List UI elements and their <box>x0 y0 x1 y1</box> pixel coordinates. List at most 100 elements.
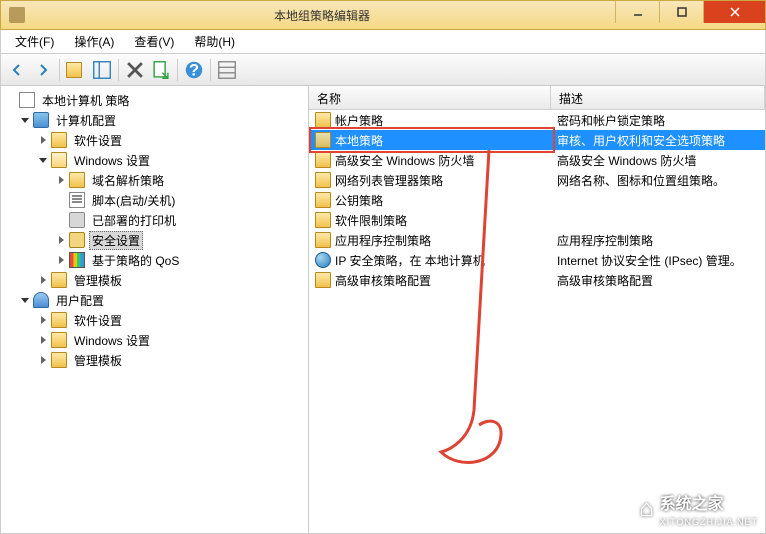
list-row[interactable]: 应用程序控制策略 应用程序控制策略 <box>309 230 765 250</box>
tree-admin-templates[interactable]: 管理模板 <box>3 270 306 290</box>
expand-icon[interactable] <box>55 254 67 266</box>
list-row-selected[interactable]: 本地策略 审核、用户权利和安全选项策略 <box>309 130 765 150</box>
expand-icon[interactable] <box>37 314 49 326</box>
refresh-button[interactable] <box>215 58 239 82</box>
back-button[interactable] <box>5 58 29 82</box>
folder-icon <box>315 272 331 288</box>
row-desc: 应用程序控制策略 <box>551 232 765 249</box>
script-icon <box>69 192 85 208</box>
column-header-name[interactable]: 名称 <box>309 86 551 109</box>
minimize-button[interactable] <box>615 1 659 23</box>
delete-button[interactable] <box>123 58 147 82</box>
maximize-button[interactable] <box>659 1 703 23</box>
tree-label: Windows 设置 <box>71 331 153 350</box>
expand-icon[interactable] <box>55 174 67 186</box>
row-desc: 高级安全 Windows 防火墙 <box>551 152 765 169</box>
forward-button[interactable] <box>31 58 55 82</box>
tree-software-settings-2[interactable]: 软件设置 <box>3 310 306 330</box>
row-name: 网络列表管理器策略 <box>335 172 443 189</box>
tree-qos[interactable]: 基于策略的 QoS <box>3 250 306 270</box>
expand-icon[interactable] <box>37 134 49 146</box>
expand-icon[interactable] <box>37 334 49 346</box>
row-name: 软件限制策略 <box>335 212 407 229</box>
show-hide-tree-button[interactable] <box>90 58 114 82</box>
folder-icon <box>51 332 67 348</box>
collapse-icon[interactable] <box>19 114 31 126</box>
up-level-button[interactable] <box>64 58 88 82</box>
column-header-desc[interactable]: 描述 <box>551 86 765 109</box>
folder-icon <box>315 192 331 208</box>
tree-dns-policy[interactable]: 域名解析策略 <box>3 170 306 190</box>
list-row[interactable]: 软件限制策略 <box>309 210 765 230</box>
toolbar-separator <box>59 59 60 81</box>
list-pane: 名称 描述 帐户策略 密码和帐户锁定策略 本地策略 审核、用户权利和安全选项策略… <box>309 86 765 533</box>
content-area: 本地计算机 策略 计算机配置 软件设置 Windows 设置 域名解析策略 脚本… <box>0 86 766 534</box>
tree-label: 软件设置 <box>71 131 125 150</box>
menu-bar: 文件(F) 操作(A) 查看(V) 帮助(H) <box>0 30 766 54</box>
printer-icon <box>69 212 85 228</box>
collapse-icon[interactable] <box>37 154 49 166</box>
expand-icon[interactable] <box>55 234 67 246</box>
list-row[interactable]: 高级审核策略配置 高级审核策略配置 <box>309 270 765 290</box>
tree-label: 本地计算机 策略 <box>39 91 132 110</box>
expand-icon[interactable] <box>37 354 49 366</box>
tree-label: 用户配置 <box>53 291 107 310</box>
tree-pane[interactable]: 本地计算机 策略 计算机配置 软件设置 Windows 设置 域名解析策略 脚本… <box>1 86 309 533</box>
folder-icon <box>51 312 67 328</box>
tool-bar: ? <box>0 54 766 86</box>
row-name: 本地策略 <box>335 132 383 149</box>
expand-icon[interactable] <box>37 274 49 286</box>
row-desc: Internet 协议安全性 (IPsec) 管理。 <box>551 252 765 269</box>
list-row[interactable]: 网络列表管理器策略 网络名称、图标和位置组策略。 <box>309 170 765 190</box>
list-row[interactable]: IP 安全策略，在 本地计算机 Internet 协议安全性 (IPsec) 管… <box>309 250 765 270</box>
list-row[interactable]: 公钥策略 <box>309 190 765 210</box>
tree-user-config[interactable]: 用户配置 <box>3 290 306 310</box>
row-desc: 审核、用户权利和安全选项策略 <box>551 132 765 149</box>
lock-icon <box>69 232 85 248</box>
row-desc: 高级审核策略配置 <box>551 272 765 289</box>
user-icon <box>33 292 49 308</box>
tree-label: 已部署的打印机 <box>89 211 179 230</box>
qos-icon <box>69 252 85 268</box>
folder-icon <box>315 172 331 188</box>
tree-label: 域名解析策略 <box>89 171 167 190</box>
tree-label: 脚本(启动/关机) <box>89 191 178 210</box>
folder-icon <box>51 272 67 288</box>
tree-scripts[interactable]: 脚本(启动/关机) <box>3 190 306 210</box>
menu-help[interactable]: 帮助(H) <box>184 31 245 52</box>
window-buttons <box>615 1 765 29</box>
folder-icon <box>315 112 331 128</box>
globe-icon <box>315 252 331 268</box>
row-name: 高级安全 Windows 防火墙 <box>335 152 474 169</box>
tree-computer-config[interactable]: 计算机配置 <box>3 110 306 130</box>
list-row[interactable]: 帐户策略 密码和帐户锁定策略 <box>309 110 765 130</box>
tree-label: 计算机配置 <box>53 111 119 130</box>
row-name: IP 安全策略，在 本地计算机 <box>335 252 485 269</box>
tree-label: Windows 设置 <box>71 151 153 170</box>
tree-security-settings[interactable]: 安全设置 <box>3 230 306 250</box>
list-row[interactable]: 高级安全 Windows 防火墙 高级安全 Windows 防火墙 <box>309 150 765 170</box>
menu-file[interactable]: 文件(F) <box>5 31 64 52</box>
folder-icon <box>315 152 331 168</box>
tree-label: 基于策略的 QoS <box>89 251 182 270</box>
tree-deployed-printers[interactable]: 已部署的打印机 <box>3 210 306 230</box>
toolbar-separator <box>118 59 119 81</box>
menu-view[interactable]: 查看(V) <box>124 31 184 52</box>
tree-windows-settings[interactable]: Windows 设置 <box>3 150 306 170</box>
close-button[interactable] <box>703 1 765 23</box>
tree-root[interactable]: 本地计算机 策略 <box>3 90 306 110</box>
folder-icon <box>315 212 331 228</box>
menu-action[interactable]: 操作(A) <box>64 31 124 52</box>
row-name: 高级审核策略配置 <box>335 272 431 289</box>
folder-icon <box>51 132 67 148</box>
list-body[interactable]: 帐户策略 密码和帐户锁定策略 本地策略 审核、用户权利和安全选项策略 高级安全 … <box>309 110 765 533</box>
help-button[interactable]: ? <box>182 58 206 82</box>
export-list-button[interactable] <box>149 58 173 82</box>
tree-windows-settings-2[interactable]: Windows 设置 <box>3 330 306 350</box>
tree-software-settings[interactable]: 软件设置 <box>3 130 306 150</box>
tree-label: 管理模板 <box>71 271 125 290</box>
computer-icon <box>33 112 49 128</box>
folder-icon <box>66 62 82 78</box>
tree-admin-templates-2[interactable]: 管理模板 <box>3 350 306 370</box>
collapse-icon[interactable] <box>19 294 31 306</box>
